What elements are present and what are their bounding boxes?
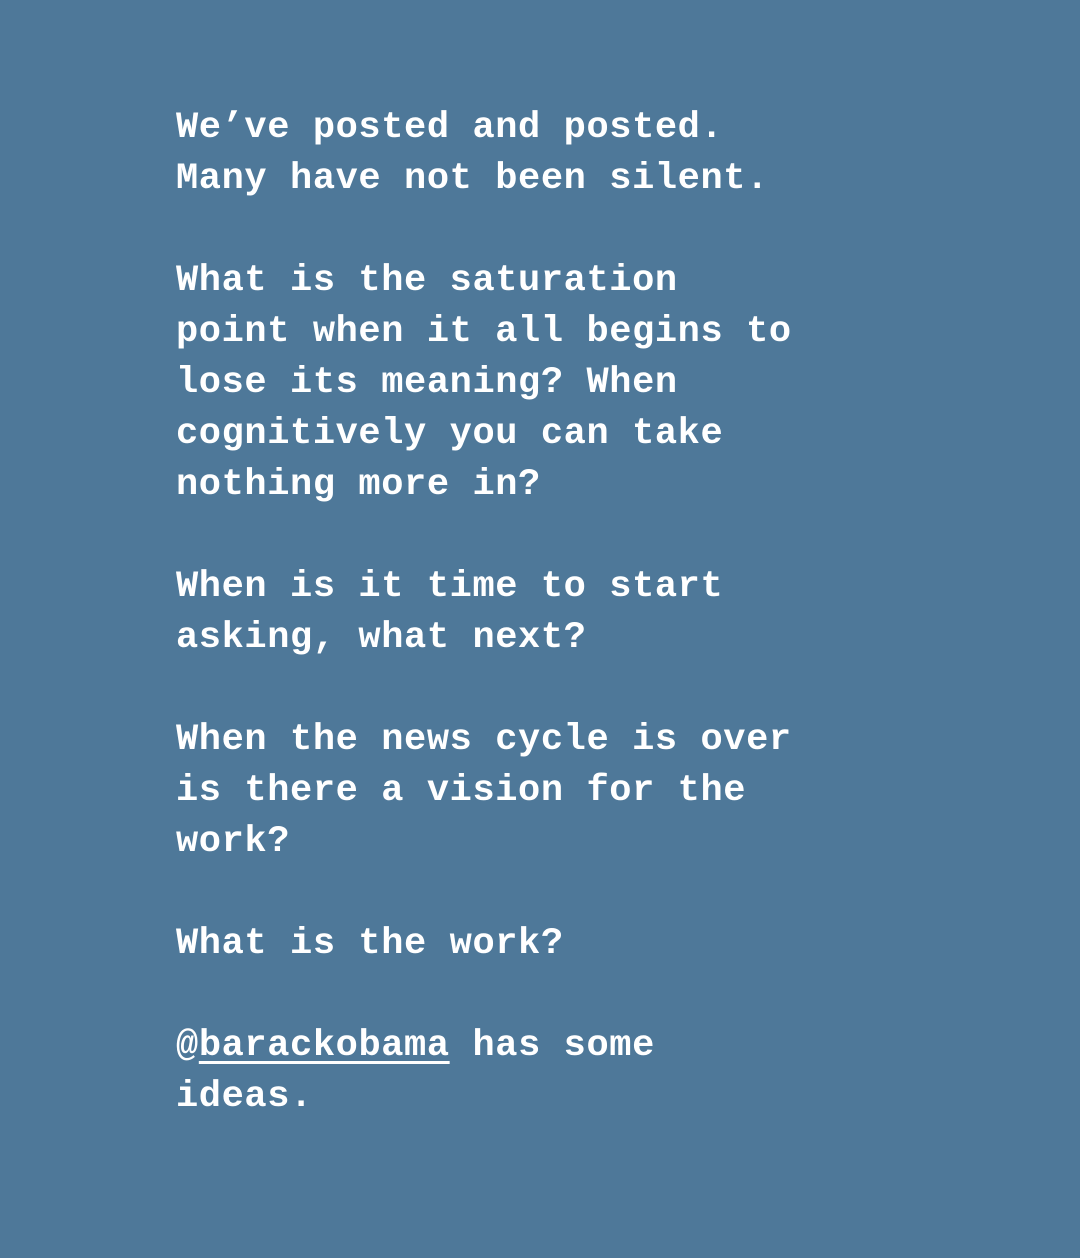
paragraph-3: When is it time to start asking, what ne… — [176, 562, 936, 664]
paragraph-6: @barackobama has some ideas. — [176, 1021, 936, 1123]
text-line: nothing more in? — [176, 464, 541, 506]
text-line: ideas. — [176, 1076, 313, 1118]
mention-line: @barackobama has some — [176, 1021, 936, 1072]
text-line: is there a vision for the — [176, 770, 747, 812]
at-sign: @ — [176, 1025, 199, 1067]
paragraph-4: When the news cycle is over is there a v… — [176, 715, 936, 868]
text-line: When the news cycle is over — [176, 719, 792, 761]
paragraph-5: What is the work? — [176, 919, 936, 970]
text-line: We’ve posted and posted. — [176, 107, 724, 149]
text-line: lose its meaning? When — [176, 362, 678, 404]
mention-link-barackobama[interactable]: barackobama — [199, 1025, 450, 1067]
story-canvas: We’ve posted and posted. Many have not b… — [0, 0, 1080, 1258]
story-text: We’ve posted and posted. Many have not b… — [176, 103, 936, 1123]
text-line: cognitively you can take — [176, 413, 724, 455]
paragraph-2: What is the saturation point when it all… — [176, 256, 936, 511]
text-line: asking, what next? — [176, 617, 587, 659]
text-line: work? — [176, 821, 291, 863]
mention-line-rest: has some — [449, 1025, 655, 1067]
text-line: What is the saturation — [176, 260, 678, 302]
paragraph-1: We’ve posted and posted. Many have not b… — [176, 103, 936, 205]
text-line: point when it all begins to — [176, 311, 792, 353]
text-line: Many have not been silent. — [176, 158, 769, 200]
text-line: When is it time to start — [176, 566, 724, 608]
text-line: What is the work? — [176, 923, 564, 965]
